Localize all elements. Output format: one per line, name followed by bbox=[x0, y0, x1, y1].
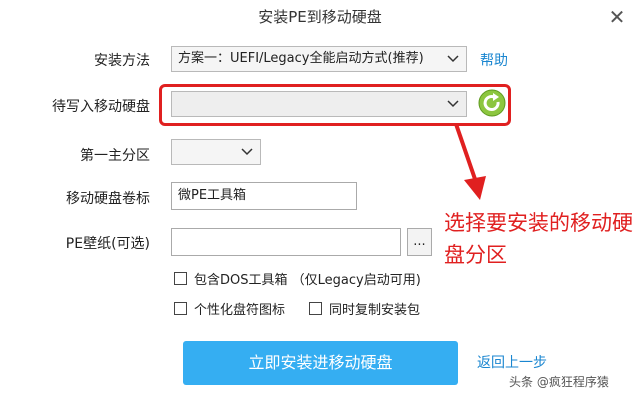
copy-package-checkbox[interactable] bbox=[309, 302, 322, 315]
dos-tools-checkbox[interactable] bbox=[174, 272, 187, 285]
back-link[interactable]: 返回上一步 bbox=[477, 352, 547, 372]
install-method-label: 安装方法 bbox=[94, 53, 150, 69]
window-title: 安装PE到移动硬盘 bbox=[258, 8, 382, 26]
copy-package-label: 同时复制安装包 bbox=[329, 303, 421, 318]
install-button[interactable]: 立即安装进移动硬盘 bbox=[183, 341, 458, 385]
chevron-down-icon bbox=[447, 55, 459, 63]
first-partition-select[interactable] bbox=[171, 139, 261, 165]
custom-icon-label: 个性化盘符图标 bbox=[194, 303, 286, 318]
install-method-value: 方案一：UEFI/Legacy全能启动方式(推荐) bbox=[178, 51, 424, 66]
close-icon[interactable]: ✕ bbox=[604, 4, 630, 30]
browse-button[interactable]: ... bbox=[407, 228, 432, 256]
install-method-select[interactable]: 方案一：UEFI/Legacy全能启动方式(推荐) bbox=[171, 46, 467, 72]
watermark: 头条 @疯狂程序猿 bbox=[506, 372, 612, 391]
dos-tools-label: 包含DOS工具箱 （仅Legacy启动可用) bbox=[194, 273, 421, 288]
custom-icon-checkbox[interactable] bbox=[174, 302, 187, 315]
wallpaper-input[interactable] bbox=[171, 228, 401, 256]
first-partition-label: 第一主分区 bbox=[80, 148, 150, 164]
help-link[interactable]: 帮助 bbox=[480, 50, 508, 70]
chevron-down-icon bbox=[241, 148, 253, 156]
annotation-arrow bbox=[454, 123, 486, 200]
wallpaper-label: PE壁纸(可选) bbox=[65, 236, 150, 252]
target-disk-highlight bbox=[159, 84, 511, 126]
volume-label-input[interactable]: 微PE工具箱 bbox=[171, 182, 357, 210]
annotation-text: 选择要安装的移动硬盘分区 bbox=[444, 211, 633, 267]
target-disk-label: 待写入移动硬盘 bbox=[52, 99, 150, 115]
volume-label-label: 移动硬盘卷标 bbox=[66, 191, 150, 207]
